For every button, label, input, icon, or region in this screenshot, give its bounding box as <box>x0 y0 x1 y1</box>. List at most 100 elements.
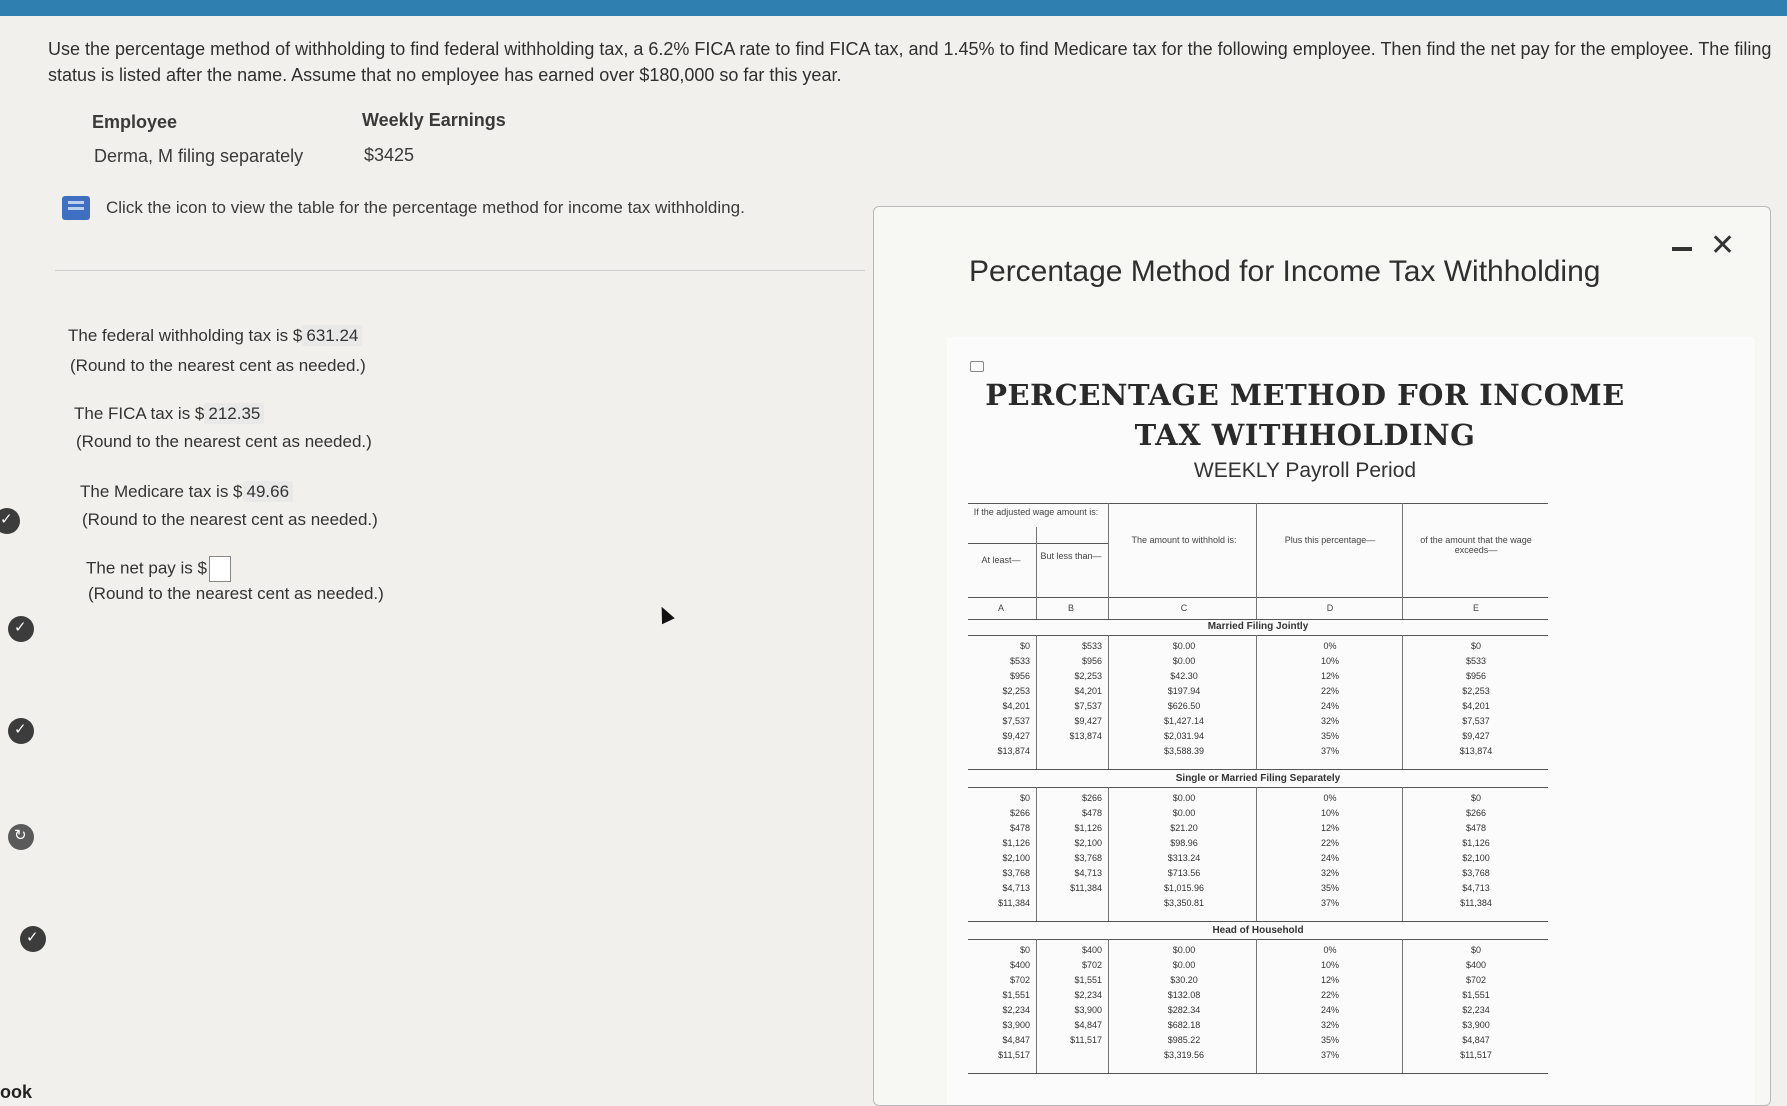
net-pay-line: The net pay is $ <box>86 556 231 582</box>
table-cell-exceeds: $956 <box>1465 671 1487 681</box>
round-note-1: (Round to the nearest cent as needed.) <box>70 356 366 375</box>
table-cell-at-least: $1,551 <box>1002 990 1030 1000</box>
table-cell-at-least: $956 <box>1009 671 1030 681</box>
header-col-d: D <box>1326 603 1334 613</box>
table-cell-amount: $1,427.14 <box>1163 716 1205 726</box>
table-cell-amount: $0.00 <box>1172 960 1196 970</box>
table-cell-but-less: $1,126 <box>1074 823 1102 833</box>
table-col-rule <box>1036 787 1037 921</box>
status-check-icon[interactable] <box>20 926 46 952</box>
table-cell-but-less: $400 <box>1081 945 1102 955</box>
table-cell-but-less: $478 <box>1081 808 1102 818</box>
table-cell-amount: $0.00 <box>1172 793 1196 803</box>
table-cell-exceeds: $400 <box>1465 960 1487 970</box>
close-icon[interactable]: ✕ <box>1710 231 1735 261</box>
table-cell-at-least: $4,847 <box>1002 1035 1030 1045</box>
table-cell-percent: 37% <box>1320 746 1339 756</box>
table-cell-percent: 35% <box>1320 1035 1339 1045</box>
table-col-rule <box>1256 939 1257 1073</box>
table-cell-at-least: $702 <box>1009 975 1030 985</box>
table-cell-at-least: $13,874 <box>997 746 1030 756</box>
table-cell-percent: 0% <box>1323 641 1337 651</box>
table-cell-percent: 0% <box>1323 945 1337 955</box>
header-plus: Plus this percentage— <box>1284 535 1376 545</box>
table-cell-percent: 10% <box>1320 808 1339 818</box>
table-cell-exceeds: $11,384 <box>1460 898 1492 908</box>
table-cell-percent: 24% <box>1320 853 1339 863</box>
table-col-rule <box>1402 787 1403 921</box>
table-cell-but-less: $4,847 <box>1074 1020 1102 1030</box>
header-col-c: C <box>1180 603 1188 613</box>
table-cell-at-least: $400 <box>1009 960 1030 970</box>
status-retry-icon[interactable] <box>8 824 34 850</box>
table-cell-exceeds: $0 <box>1470 793 1481 803</box>
fica-answer[interactable]: 212.35 <box>204 403 265 424</box>
payroll-period: WEEKLY Payroll Period <box>1193 459 1417 482</box>
table-cell-but-less: $3,900 <box>1074 1005 1102 1015</box>
table-cell-at-least: $11,384 <box>998 898 1030 908</box>
table-cell-exceeds: $2,253 <box>1462 686 1490 696</box>
table-cell-exceeds: $0 <box>1470 945 1481 955</box>
status-check-icon[interactable] <box>0 508 20 534</box>
table-cell-amount: $3,588.39 <box>1163 746 1205 756</box>
table-cell-exceeds: $4,201 <box>1462 701 1490 711</box>
table-popup-window: Percentage Method for Income Tax Withhol… <box>873 206 1771 1106</box>
table-cell-percent: 10% <box>1320 656 1339 666</box>
table-col-rule <box>1402 939 1403 1073</box>
table-col-rule <box>1108 787 1109 921</box>
table-cell-but-less: $11,384 <box>1070 883 1102 893</box>
table-cell-at-least: $1,126 <box>1002 838 1030 848</box>
status-check-icon[interactable] <box>8 616 34 642</box>
employee-header: Employee <box>92 112 178 132</box>
table-cell-exceeds: $4,847 <box>1462 1035 1490 1045</box>
table-cell-amount: $1,015.96 <box>1163 883 1205 893</box>
minimize-icon[interactable] <box>1672 247 1692 251</box>
table-cell-exceeds: $266 <box>1465 808 1487 818</box>
table-rule <box>968 769 1548 770</box>
table-cell-percent: 32% <box>1320 716 1339 726</box>
table-cell-exceeds: $2,100 <box>1462 853 1490 863</box>
table-col-rule <box>1402 503 1403 619</box>
table-cell-amount: $132.08 <box>1167 990 1201 1000</box>
table-cell-exceeds: $11,517 <box>1460 1050 1492 1060</box>
table-cell-amount: $3,350.81 <box>1163 898 1205 908</box>
table-cell-exceeds: $702 <box>1465 975 1487 985</box>
table-cell-amount: $42.30 <box>1170 671 1198 681</box>
table-cell-but-less: $2,100 <box>1074 838 1102 848</box>
table-cell-amount: $985.22 <box>1167 1035 1201 1045</box>
table-book-icon[interactable] <box>62 196 90 220</box>
clip-icon <box>970 361 984 372</box>
table-cell-exceeds: $1,126 <box>1462 838 1490 848</box>
header-col-b: B <box>1067 603 1074 613</box>
fica-line: The FICA tax is $212.35 <box>74 403 265 424</box>
table-cell-but-less: $2,234 <box>1074 990 1102 1000</box>
net-pay-input[interactable] <box>208 556 231 582</box>
header-at-least: At least— <box>981 555 1021 565</box>
table-cell-percent: 10% <box>1320 960 1339 970</box>
table-cell-amount: $713.56 <box>1167 868 1201 878</box>
table-cell-percent: 37% <box>1320 898 1339 908</box>
table-cell-but-less: $13,874 <box>1069 731 1102 741</box>
table-cell-amount: $282.34 <box>1167 1005 1201 1015</box>
table-cell-percent: 32% <box>1320 1020 1339 1030</box>
table-cell-but-less: $3,768 <box>1074 853 1102 863</box>
header-but-less: But less than— <box>1040 551 1102 561</box>
table-rule <box>968 921 1548 922</box>
popup-title: Percentage Method for Income Tax Withhol… <box>969 255 1601 288</box>
table-cell-exceeds: $9,427 <box>1462 731 1490 741</box>
status-check-icon[interactable] <box>8 718 34 744</box>
round-note-4: (Round to the nearest cent as needed.) <box>88 584 384 603</box>
table-col-rule <box>1108 503 1109 619</box>
medicare-answer[interactable]: 49.66 <box>242 481 294 502</box>
table-cell-at-least: $9,427 <box>1002 731 1030 741</box>
table-cell-but-less: $1,551 <box>1074 975 1102 985</box>
header-adjusted-wage: If the adjusted wage amount is: <box>973 507 1099 517</box>
fwt-answer[interactable]: 631.24 <box>302 325 363 346</box>
table-cell-amount: $682.18 <box>1167 1020 1201 1030</box>
fwt-line: The federal withholding tax is $631.24 <box>68 325 363 346</box>
view-table-hint[interactable]: Click the icon to view the table for the… <box>62 196 745 220</box>
document-title-line1: PERCENTAGE METHOD FOR INCOME <box>985 378 1625 412</box>
table-cell-exceeds: $3,900 <box>1462 1020 1490 1030</box>
table-cell-amount: $2,031.94 <box>1163 731 1205 741</box>
table-cell-at-least: $266 <box>1009 808 1030 818</box>
